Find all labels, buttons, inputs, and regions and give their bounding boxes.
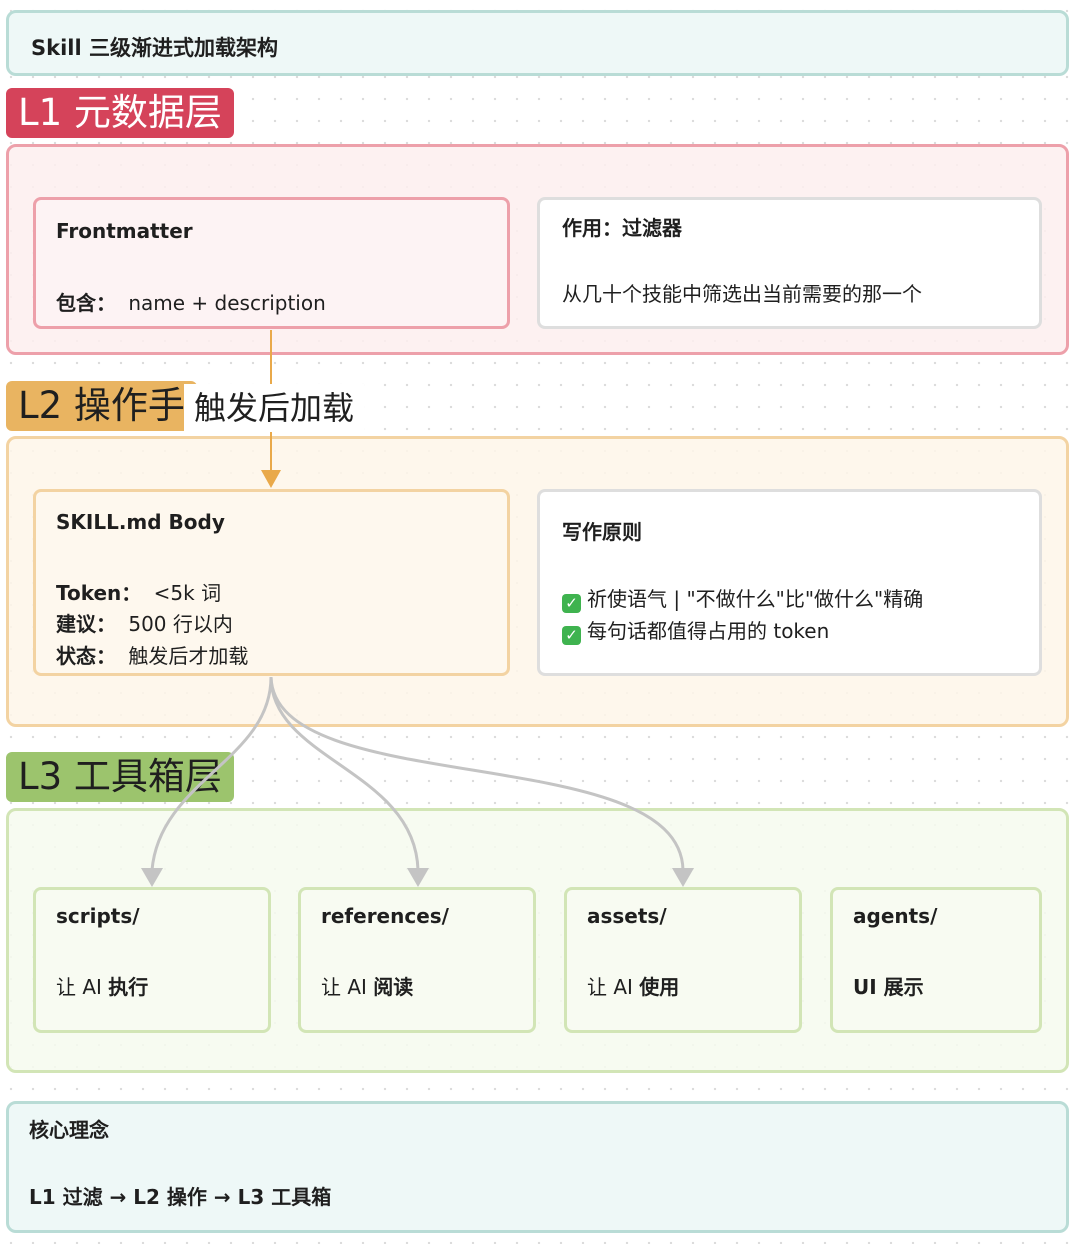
arrowhead-scripts (141, 868, 163, 887)
connectors (141, 330, 694, 887)
l2-to-scripts-arrow (150, 676, 273, 871)
arrowhead-references (407, 868, 429, 887)
l2-to-references-arrow (269, 676, 420, 871)
trigger-label: 触发后加载 (184, 384, 365, 432)
arrowhead-l2 (261, 470, 281, 488)
l2-to-assets-arrow (269, 676, 685, 871)
arrowhead-assets (672, 868, 694, 887)
